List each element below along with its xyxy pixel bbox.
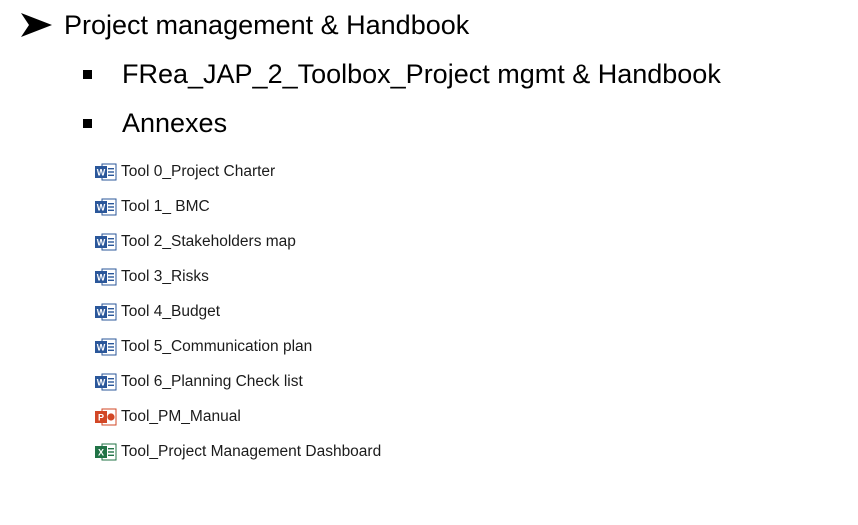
file-name: Tool 5_Communication plan bbox=[121, 337, 313, 355]
powerpoint-document-icon: P bbox=[95, 408, 117, 425]
word-document-icon: W bbox=[95, 198, 117, 215]
square-bullet-icon bbox=[83, 69, 92, 79]
file-item[interactable]: P Tool_PM_Manual bbox=[94, 399, 794, 434]
word-document-icon: W bbox=[95, 303, 117, 320]
outline-subitem-label: Annexes bbox=[122, 107, 228, 138]
file-name: Tool 3_Risks bbox=[121, 267, 209, 285]
file-item[interactable]: W Tool 6_Planning Check list bbox=[94, 364, 794, 399]
svg-text:W: W bbox=[97, 202, 106, 212]
word-document-icon: W bbox=[95, 163, 117, 180]
arrow-bullet-icon bbox=[21, 13, 52, 37]
file-name: Tool 2_Stakeholders map bbox=[121, 232, 296, 250]
outline-subitem: FRea_JAP_2_Toolbox_Project mgmt & Handbo… bbox=[83, 51, 721, 97]
outline-heading-row: Project management & Handbook bbox=[18, 0, 469, 50]
file-item[interactable]: X Tool_Project Management Dashboard bbox=[94, 434, 794, 469]
svg-text:W: W bbox=[97, 377, 106, 387]
word-document-icon: W bbox=[95, 268, 117, 285]
outline-heading: Project management & Handbook bbox=[64, 9, 470, 40]
file-name: Tool 1_ BMC bbox=[121, 197, 210, 215]
file-item[interactable]: W Tool 2_Stakeholders map bbox=[94, 224, 794, 259]
word-document-icon: W bbox=[95, 233, 117, 250]
file-item[interactable]: W Tool 3_Risks bbox=[94, 259, 794, 294]
word-document-icon: W bbox=[95, 338, 117, 355]
svg-text:W: W bbox=[97, 272, 106, 282]
file-item[interactable]: W Tool 5_Communication plan bbox=[94, 329, 794, 364]
file-name: Tool_PM_Manual bbox=[121, 407, 241, 425]
svg-text:W: W bbox=[97, 167, 106, 177]
file-item[interactable]: W Tool 1_ BMC bbox=[94, 189, 794, 224]
file-list: W Tool 0_Project Charter W Tool 1_ BMC W… bbox=[94, 154, 794, 469]
excel-document-icon: X bbox=[95, 443, 117, 460]
file-name: Tool 4_Budget bbox=[121, 302, 221, 320]
file-item[interactable]: W Tool 4_Budget bbox=[94, 294, 794, 329]
outline-subitem: Annexes bbox=[83, 100, 227, 146]
file-name: Tool 0_Project Charter bbox=[121, 162, 276, 180]
word-document-icon: W bbox=[95, 373, 117, 390]
svg-text:W: W bbox=[97, 342, 106, 352]
outline-subitem-label: FRea_JAP_2_Toolbox_Project mgmt & Handbo… bbox=[122, 58, 721, 89]
file-name: Tool 6_Planning Check list bbox=[121, 372, 303, 390]
svg-text:W: W bbox=[97, 307, 106, 317]
svg-text:W: W bbox=[97, 237, 106, 247]
square-bullet-icon bbox=[83, 118, 92, 128]
svg-text:P: P bbox=[98, 412, 104, 422]
file-name: Tool_Project Management Dashboard bbox=[121, 442, 382, 460]
file-item[interactable]: W Tool 0_Project Charter bbox=[94, 154, 794, 189]
svg-text:X: X bbox=[98, 447, 104, 457]
